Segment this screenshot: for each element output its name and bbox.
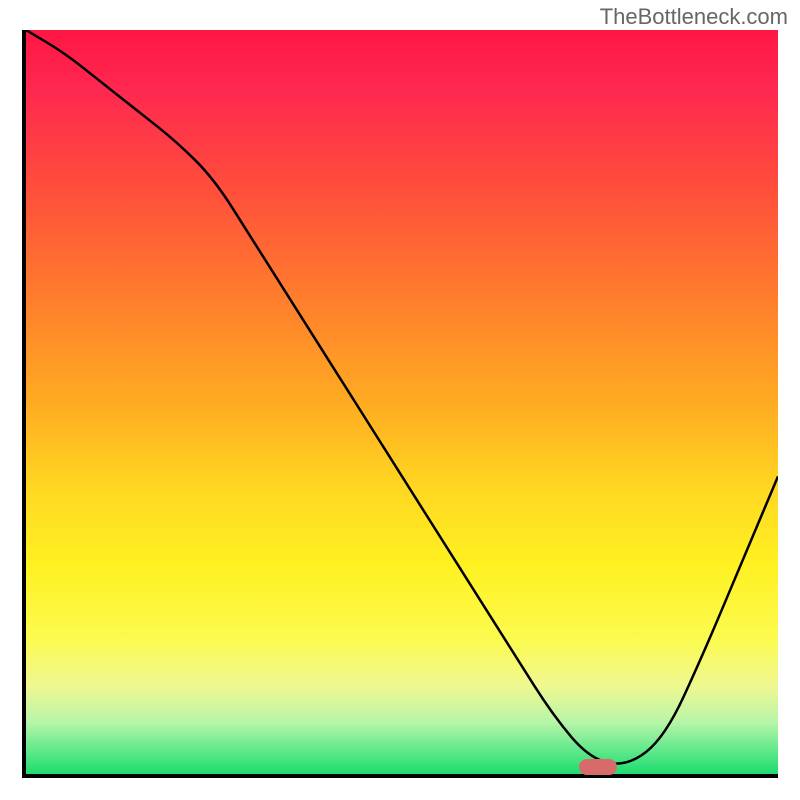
optimum-marker	[579, 759, 617, 775]
chart-container: TheBottleneck.com	[0, 0, 800, 800]
plot-area	[22, 30, 778, 778]
watermark-text: TheBottleneck.com	[600, 4, 788, 30]
bottleneck-curve-path	[26, 30, 778, 764]
curve-svg	[26, 30, 778, 774]
